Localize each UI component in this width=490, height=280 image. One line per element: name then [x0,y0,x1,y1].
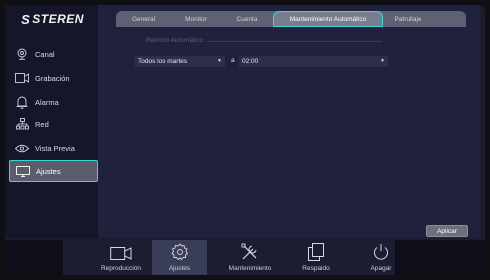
sidebar-item-label: Ajustes [36,166,61,176]
bottom-nav-ajustes[interactable]: Ajustes [152,240,207,275]
monitor-icon [10,165,36,177]
tab-mantenimiento-automatico[interactable]: Mantenimiento Automático [273,11,383,27]
tools-icon [241,243,259,263]
bottom-nav-label: Apagar [370,265,392,272]
gear-icon [170,243,189,263]
tab-general[interactable]: General [116,11,171,27]
sidebar-item-ajustes[interactable]: Ajustes [9,160,98,182]
sidebar-item-label: Red [35,119,49,129]
caret-down-icon: ▼ [380,58,385,64]
section-title: Reinicio Automático [146,37,204,44]
sidebar-item-alarma[interactable]: Alarma [9,91,96,113]
bottom-nav-label: Reproducción [100,265,142,272]
sidebar-item-label: Vista Previa [35,143,75,153]
tab-cuenta[interactable]: Cuenta [221,11,273,27]
bottom-nav-apagar[interactable]: Apagar [356,240,406,275]
bottom-nav-label: Ajustes [168,265,191,272]
tab-bar: General Monitor Cuenta Mantenimiento Aut… [116,11,466,27]
bottom-nav-label: Mantenimiento [228,265,272,272]
bell-icon [9,96,35,109]
bottom-nav-label: Respaldo [302,265,330,272]
bottom-nav-reproduccion[interactable]: Reproducción [90,240,152,275]
main-panel: General Monitor Cuenta Mantenimiento Aut… [98,5,480,238]
tab-monitor[interactable]: Monitor [171,11,221,27]
time-select[interactable]: 02:00 ▼ [239,56,388,67]
logo: S STEREN [5,5,100,33]
day-select[interactable]: Todos los martes ▼ [135,56,225,67]
time-select-value: 02:00 [242,58,259,65]
logo-mark: S [21,11,31,27]
section-divider [207,41,382,42]
recording-icon [9,73,35,83]
sidebar: S STEREN Canal Grabación Alarma Red Vist… [5,5,100,238]
sidebar-item-label: Alarma [35,97,59,107]
sidebar-item-grabacion[interactable]: Grabación [9,67,96,89]
bottom-nav-mantenimiento[interactable]: Mantenimiento [218,240,282,275]
sidebar-item-vista-previa[interactable]: Vista Previa [9,137,96,159]
tab-patrullaje[interactable]: Patrullaje [383,11,433,27]
copy-icon [308,243,324,263]
caret-down-icon: ▼ [217,58,222,64]
logo-text: STEREN [32,12,84,26]
sidebar-item-label: Canal [35,49,55,59]
sidebar-item-red[interactable]: Red [9,113,96,135]
eye-icon [9,144,35,153]
network-icon [9,118,35,130]
camera-icon [9,48,35,60]
power-icon [372,243,390,263]
sidebar-item-canal[interactable]: Canal [9,43,96,65]
camera-video-icon [110,246,132,263]
time-separator: a [231,57,235,64]
apply-button[interactable]: Aplicar [426,225,468,237]
day-select-value: Todos los martes [138,58,188,65]
sidebar-item-label: Grabación [35,73,70,83]
bottom-nav-respaldo[interactable]: Respaldo [288,240,344,275]
